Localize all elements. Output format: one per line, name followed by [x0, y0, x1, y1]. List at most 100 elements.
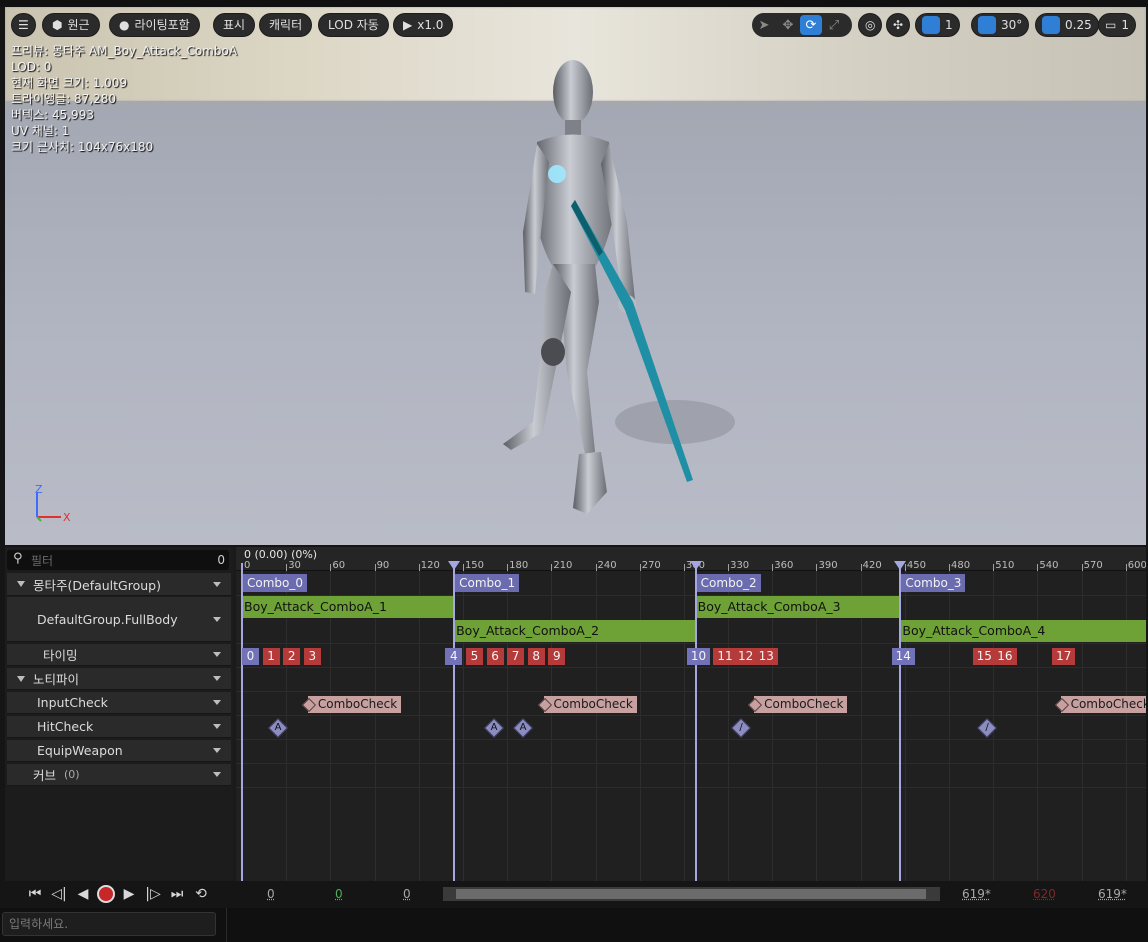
chevron-down-icon[interactable] [213, 581, 221, 587]
play-reverse-icon[interactable]: ◀ [73, 884, 93, 904]
grid-snap-button[interactable]: 1 [915, 13, 960, 37]
stat-bounds: 크기 근사치: 104x76x180 [11, 140, 154, 154]
lighting-button[interactable]: ● 라이팅포함 [109, 13, 200, 37]
perspective-button[interactable]: ⬢ 원근 [42, 13, 100, 37]
timing-marker[interactable]: 7 [507, 648, 525, 665]
section-line[interactable] [694, 563, 697, 881]
timing-marker[interactable]: 10 [686, 648, 711, 665]
track-input-check[interactable]: InputCheck [7, 692, 231, 714]
step-forward-icon[interactable]: |▷ [143, 884, 163, 904]
filter-field[interactable]: ⚲ 필터 0 [7, 550, 229, 570]
show-button[interactable]: 표시 [213, 13, 256, 37]
window-top-strip [0, 0, 1148, 7]
track-curve[interactable]: 커브 (0) [7, 764, 231, 786]
track-slot[interactable]: DefaultGroup.FullBody [7, 597, 231, 642]
anim-segment[interactable]: Boy_Attack_ComboA_1 [242, 596, 455, 618]
timing-marker[interactable]: 17 [1052, 648, 1076, 665]
preview-viewport[interactable]: ☰ ⬢ 원근 ● 라이팅포함 표시 캐릭터 LOD 자동 ▶ x1.0 ➤ ✥ … [5, 7, 1146, 545]
skip-end-icon[interactable]: ⏭ [167, 884, 187, 904]
timing-marker[interactable]: 2 [283, 648, 301, 665]
chevron-down-icon[interactable] [213, 652, 221, 657]
timing-marker[interactable]: 0 [242, 648, 259, 665]
section-marker[interactable] [689, 561, 702, 570]
track-hit-check[interactable]: HitCheck [7, 716, 231, 738]
notify-hit-check[interactable]: A [513, 718, 533, 738]
chevron-down-icon[interactable] [213, 700, 221, 705]
chevron-down-icon[interactable] [213, 676, 221, 681]
transport-bar: ⏮ ◁| ◀ ▶ |▷ ⏭ ⟲ 0 0 0 619* 620 619* [5, 881, 1146, 907]
collapse-icon[interactable] [17, 675, 25, 682]
console-input[interactable]: 입력하세요. [2, 912, 216, 936]
playrate-button[interactable]: ▶ x1.0 [393, 13, 454, 37]
section-label[interactable]: Combo_2 [696, 574, 761, 592]
notify-hit-check[interactable]: A [483, 718, 504, 738]
section-line[interactable] [453, 563, 456, 881]
section-label[interactable]: Combo_0 [243, 574, 308, 592]
notify-combo-check[interactable]: ComboCheck [1060, 696, 1146, 713]
scrollbar-thumb[interactable] [456, 889, 926, 899]
camera-speed-button[interactable]: ▭ 1 [1098, 13, 1136, 37]
lod-button[interactable]: LOD 자동 [318, 13, 389, 37]
menu-button[interactable]: ☰ [11, 13, 36, 37]
track-timing[interactable]: 타이밍 [7, 644, 231, 666]
timing-marker[interactable]: 14 [891, 648, 915, 665]
track-equip-weapon[interactable]: EquipWeapon [7, 740, 231, 762]
current-frame[interactable]: 0 [335, 887, 343, 901]
notify-combo-check[interactable]: ComboCheck [754, 696, 848, 713]
ruler-tick [1037, 564, 1039, 571]
timing-marker[interactable]: 5 [465, 648, 483, 665]
search-icon: ⚲ [13, 551, 23, 566]
play-end[interactable]: 619* [962, 887, 991, 901]
section-label[interactable]: Combo_1 [455, 574, 520, 592]
timeline-scrollbar[interactable] [443, 887, 940, 901]
play-icon[interactable]: ▶ [119, 884, 139, 904]
track-montage-group[interactable]: 몽타주(DefaultGroup) [7, 573, 231, 596]
timing-marker[interactable]: 16 [993, 648, 1017, 665]
angle-snap-button[interactable]: 30° [971, 13, 1030, 37]
world-local-button[interactable]: ◎ [858, 13, 883, 37]
timing-marker[interactable]: 8 [527, 648, 545, 665]
loop-icon[interactable]: ⟲ [191, 884, 211, 904]
range-start[interactable]: 0 [267, 887, 275, 901]
ruler-tick [772, 564, 774, 571]
section-line[interactable] [241, 563, 243, 881]
timing-marker[interactable]: 4 [445, 648, 463, 665]
timing-marker[interactable]: 6 [486, 648, 504, 665]
notify-hit-check[interactable]: / [731, 718, 751, 738]
timing-marker[interactable]: 13 [754, 648, 778, 665]
anim-segment[interactable]: Boy_Attack_ComboA_3 [695, 596, 901, 618]
notify-combo-check[interactable]: ComboCheck [307, 696, 402, 713]
chevron-down-icon[interactable] [213, 616, 221, 622]
collapse-icon[interactable] [17, 581, 25, 587]
step-back-icon[interactable]: ◁| [49, 884, 69, 904]
move-icon[interactable]: ✥ [776, 13, 800, 37]
chevron-down-icon[interactable] [213, 724, 221, 729]
notify-combo-check[interactable]: ComboCheck [543, 696, 637, 713]
select-icon[interactable]: ➤ [752, 13, 776, 37]
scale-snap-button[interactable]: 0.25 [1035, 13, 1099, 37]
timeline-tracks[interactable]: 0 (0.00) (0%) 0 30 60 90 120 150 180 210 240 270 3… [236, 547, 1146, 881]
section-marker[interactable] [894, 561, 907, 570]
anim-segment[interactable]: Boy_Attack_ComboA_2 [454, 620, 696, 642]
range-end[interactable]: 620 [1033, 887, 1056, 901]
chevron-down-icon[interactable] [213, 748, 221, 753]
hit-check-label: HitCheck [37, 719, 94, 734]
section-label[interactable]: Combo_3 [901, 574, 966, 592]
rotate-icon[interactable]: ⟳ [800, 15, 822, 35]
character-label: 캐릭터 [269, 18, 303, 32]
surface-snap-button[interactable]: ✣ [886, 13, 911, 37]
play-start[interactable]: 0 [403, 887, 411, 901]
scale-icon[interactable]: ⤢ [822, 13, 846, 37]
skip-start-icon[interactable]: ⏮ [25, 884, 45, 904]
view-end[interactable]: 619* [1098, 887, 1127, 901]
anim-segment[interactable]: Boy_Attack_ComboA_4 [900, 620, 1146, 642]
timing-marker[interactable]: 3 [303, 648, 321, 665]
chevron-down-icon[interactable] [213, 772, 221, 777]
record-icon[interactable] [97, 885, 115, 903]
section-marker[interactable] [448, 561, 461, 570]
timing-marker[interactable]: 1 [262, 648, 280, 665]
character-button[interactable]: 캐릭터 [259, 13, 313, 37]
section-line[interactable] [899, 563, 902, 881]
timing-marker[interactable]: 9 [548, 648, 566, 665]
track-notify[interactable]: 노티파이 [7, 668, 231, 690]
